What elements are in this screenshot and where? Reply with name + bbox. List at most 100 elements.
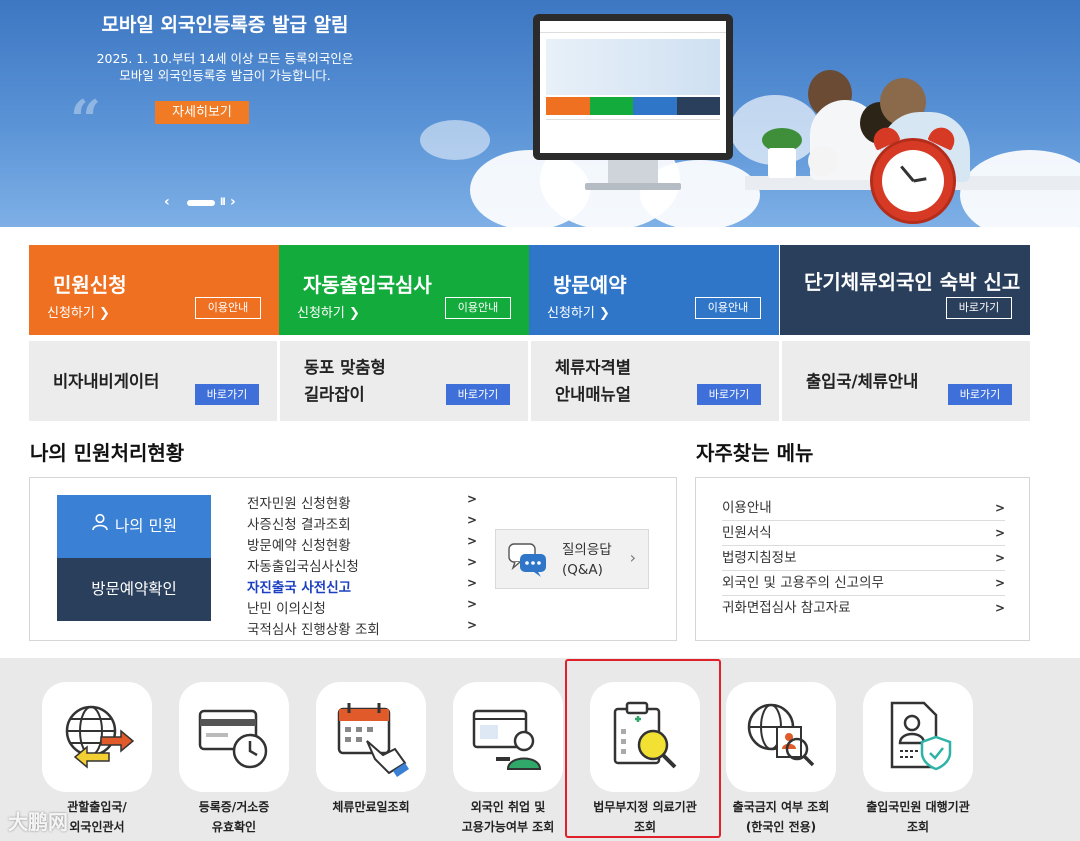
status-item-label: 자진출국 사전신고	[247, 580, 352, 596]
tile-guide-button[interactable]: 이용안내	[445, 297, 511, 319]
quick-label: 출입국민원 대행기관 조회	[843, 797, 993, 837]
tile-title: 방문예약	[553, 273, 627, 297]
qna-button[interactable]: 질의응답 (Q&A) ›	[495, 529, 649, 589]
status-item-refugee-appeal[interactable]: 난민 이의신청 >	[247, 597, 477, 617]
quick-label: 출국금지 여부 조회 (한국인 전용)	[706, 797, 856, 837]
tile-title: 민원신청	[53, 273, 127, 297]
tile-auto-immigration[interactable]: 자동출입국심사 신청하기 ❯ 이용안내	[279, 245, 529, 335]
quote-icon: “	[70, 88, 102, 152]
banner-title: 모바일 외국인등록증 발급 알림	[101, 14, 349, 36]
tile2-shortcut-button[interactable]: 바로가기	[697, 384, 761, 405]
favorite-item-forms[interactable]: 민원서식 >	[722, 521, 1005, 546]
status-item-label: 난민 이의신청	[247, 601, 326, 617]
tile-guide-button[interactable]: 이용안내	[695, 297, 761, 319]
watermark-text: 大鹏网	[8, 810, 68, 834]
favorite-item-label: 민원서식	[722, 525, 772, 541]
tile-civil-application[interactable]: 민원신청 신청하기 ❯ 이용안내	[29, 245, 279, 335]
banner-next-icon[interactable]: ›	[230, 194, 236, 210]
tile2-title-line: 체류자격별	[555, 358, 631, 377]
quick-departure-ban[interactable]	[726, 682, 836, 792]
tile-apply-label: 신청하기	[297, 306, 345, 321]
tile2-title: 비자내비게이터	[53, 372, 160, 391]
quick-label-line: 고용가능여부 조회	[461, 820, 555, 834]
tile2-title-line: 안내매뉴얼	[555, 385, 631, 404]
tile-status-manual[interactable]: 체류자격별 안내매뉴얼 바로가기	[531, 341, 779, 421]
banner-pause-icon[interactable]: ll	[220, 197, 226, 208]
status-item-voluntary-departure[interactable]: 자진출국 사전신고 >	[247, 576, 477, 596]
globe-arrows-icon	[65, 705, 135, 769]
visit-reservation-check-button[interactable]: 방문예약확인	[57, 558, 211, 621]
tile-immigration-guide[interactable]: 출입국/체류안내 바로가기	[782, 341, 1030, 421]
chevron-right-icon: >	[466, 618, 477, 632]
quick-label-line: 체류만료일조회	[332, 800, 410, 814]
quick-label-line: 조회	[906, 820, 930, 834]
status-item-visit-reservation[interactable]: 방문예약 신청현황 >	[247, 534, 477, 554]
tile-title: 단기체류외국인 숙박 신고	[804, 270, 1021, 294]
chevron-right-icon: ›	[629, 548, 636, 567]
quick-label: 등록증/거소증 유효확인	[159, 797, 309, 837]
status-item-nationality-review[interactable]: 국적심사 진행상황 조회 >	[247, 618, 477, 638]
tile-overseas-korean-guide[interactable]: 동포 맞춤형 길라잡이 바로가기	[280, 341, 528, 421]
screen-tiles	[546, 97, 720, 115]
status-item-e-civil[interactable]: 전자민원 신청현황 >	[247, 492, 477, 512]
banner-desc-line: 모바일 외국인등록증 발급이 가능합니다.	[119, 68, 331, 83]
banner-detail-button[interactable]: 자세히보기	[155, 101, 249, 124]
favorite-item-report-duty[interactable]: 외국인 및 고용주의 신고의무 >	[722, 571, 1005, 596]
quick-label-line: 외국인 취업 및	[470, 800, 546, 814]
tile-apply-label: 신청하기	[547, 306, 595, 321]
quick-label: 외국인 취업 및 고용가능여부 조회	[433, 797, 583, 837]
quick-employment-check[interactable]	[453, 682, 563, 792]
chevron-right-icon: >	[466, 597, 477, 611]
status-item-visa-result[interactable]: 사증신청 결과조회 >	[247, 513, 477, 533]
main-banner: “ 모바일 외국인등록증 발급 알림 2025. 1. 10.부터 14세 이상…	[0, 0, 1080, 227]
quick-card-validity[interactable]	[179, 682, 289, 792]
quick-stay-expiry[interactable]	[316, 682, 426, 792]
tile-short-stay-report[interactable]: 단기체류외국인 숙박 신고 바로가기	[780, 245, 1030, 335]
tile-apply-label: 신청하기	[47, 306, 95, 321]
piggy-bank-icon	[808, 146, 838, 176]
favorite-item-laws[interactable]: 법령지침정보 >	[722, 546, 1005, 571]
favorite-item-naturalization[interactable]: 귀화면접심사 참고자료 >	[722, 596, 1005, 621]
chevron-right-icon: >	[466, 555, 477, 569]
chevron-right-icon: >	[994, 501, 1005, 515]
tile-apply-link[interactable]: 신청하기 ❯	[547, 302, 610, 321]
favorite-item-guide[interactable]: 이용안내 >	[722, 496, 1005, 521]
my-civil-label: 나의 민원	[115, 517, 177, 535]
tile-visit-reservation[interactable]: 방문예약 신청하기 ❯ 이용안내	[529, 245, 779, 335]
monitor-illustration	[533, 14, 733, 160]
tile-visa-navigator[interactable]: 비자내비게이터 바로가기	[29, 341, 277, 421]
tile2-shortcut-button[interactable]: 바로가기	[948, 384, 1012, 405]
favorites-title: 자주찾는 메뉴	[696, 441, 814, 465]
plant-pot-icon	[768, 148, 796, 178]
chevron-right-icon: >	[994, 601, 1005, 615]
tile-shortcut-button[interactable]: 바로가기	[946, 297, 1012, 319]
status-item-label: 방문예약 신청현황	[247, 538, 351, 554]
tile2-shortcut-button[interactable]: 바로가기	[195, 384, 259, 405]
my-civil-button[interactable]: 나의 민원	[57, 495, 211, 558]
banner-description: 2025. 1. 10.부터 14세 이상 모든 등록외국인은 모바일 외국인등…	[50, 50, 400, 84]
tile-guide-button[interactable]: 이용안내	[195, 297, 261, 319]
tile-apply-link[interactable]: 신청하기 ❯	[47, 302, 110, 321]
status-item-label: 전자민원 신청현황	[247, 496, 351, 512]
banner-pager-indicator[interactable]	[187, 200, 215, 206]
status-item-label: 사증신청 결과조회	[247, 517, 351, 533]
qna-label: 질의응답 (Q&A)	[562, 540, 612, 580]
banner-prev-icon[interactable]: ‹	[164, 194, 170, 210]
calendar-hand-icon	[337, 703, 409, 777]
status-item-auto-immigration[interactable]: 자동출입국심사신청 >	[247, 555, 477, 575]
chat-bubble-icon	[508, 542, 548, 582]
favorite-item-label: 귀화면접심사 참고자료	[722, 600, 851, 616]
highlight-annotation-box	[565, 659, 721, 838]
alarm-clock-icon	[870, 138, 956, 224]
quick-jurisdiction-office[interactable]	[42, 682, 152, 792]
monitor-screen	[540, 21, 726, 153]
tile2-title: 체류자격별 안내매뉴얼	[555, 354, 631, 408]
quick-agency-lookup[interactable]	[863, 682, 973, 792]
screen-hero	[546, 39, 720, 95]
tile2-shortcut-button[interactable]: 바로가기	[446, 384, 510, 405]
quick-label-line: 출국금지 여부 조회	[732, 800, 830, 814]
chevron-right-icon: >	[466, 534, 477, 548]
user-icon	[91, 495, 109, 558]
qna-label-line: (Q&A)	[562, 562, 603, 578]
tile-apply-link[interactable]: 신청하기 ❯	[297, 302, 360, 321]
